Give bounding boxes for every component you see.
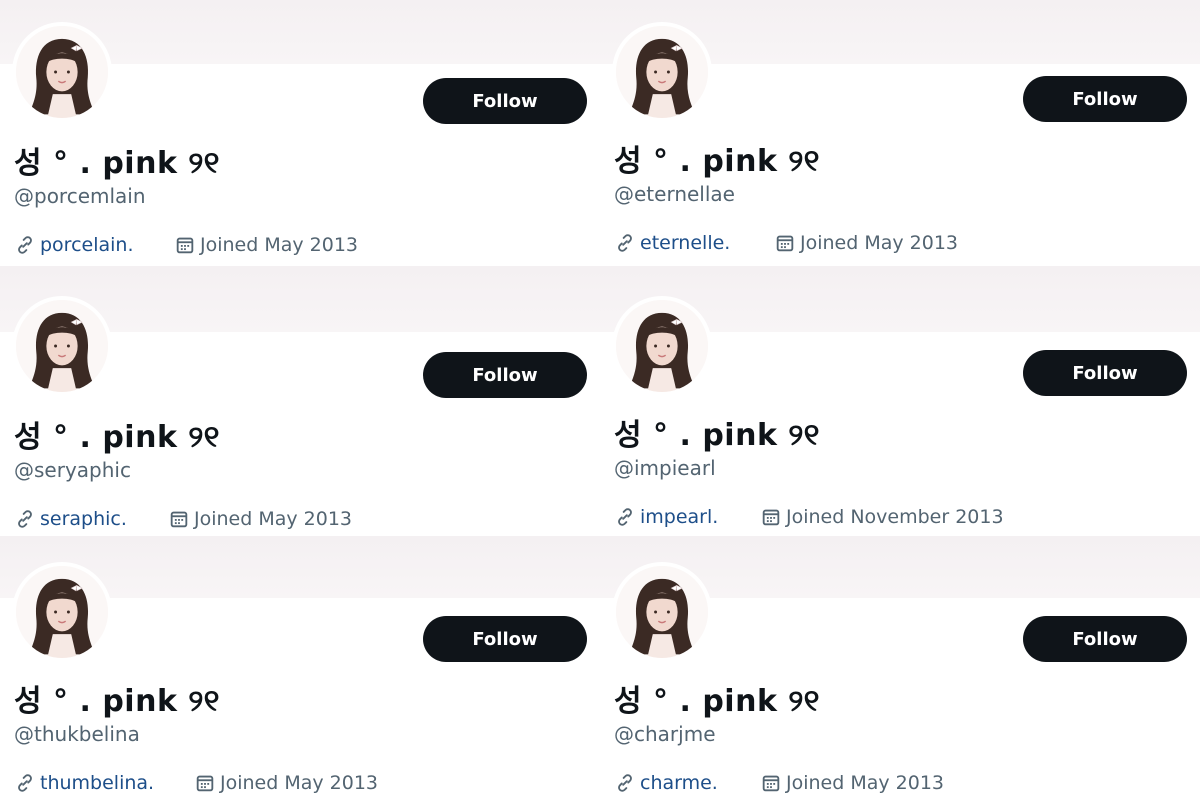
avatar[interactable]: [612, 296, 712, 396]
joined-text: Joined May 2013: [220, 772, 379, 794]
website-link[interactable]: thumbelina.: [14, 772, 194, 794]
link-icon: [614, 232, 636, 254]
website-link-text[interactable]: eternelle.: [640, 232, 730, 254]
joined-text: Joined May 2013: [194, 508, 353, 530]
profile-card: Follow 성 ° . pink ୨୧ @thukbelina thumbel…: [0, 536, 600, 800]
username-handle: @thukbelina: [14, 722, 140, 746]
joined-date: Joined May 2013: [174, 234, 358, 256]
username-handle: @porcemlain: [14, 184, 146, 208]
joined-date: Joined May 2013: [760, 772, 944, 794]
profile-meta: charme. Joined May 2013: [614, 772, 944, 794]
profile-card: Follow 성 ° . pink ୨୧ @seryaphic seraphic…: [0, 266, 600, 536]
username-handle: @charjme: [614, 722, 716, 746]
calendar-icon: [168, 508, 190, 530]
joined-date: Joined May 2013: [774, 232, 958, 254]
follow-button[interactable]: Follow: [1023, 350, 1187, 396]
website-link[interactable]: charme.: [614, 772, 760, 794]
link-icon: [614, 506, 636, 528]
link-icon: [14, 772, 36, 794]
profile-card: Follow 성 ° . pink ୨୧ @porcemlain porcela…: [0, 0, 600, 266]
username-handle: @impiearl: [614, 456, 716, 480]
website-link-text[interactable]: porcelain.: [40, 234, 134, 256]
link-icon: [14, 508, 36, 530]
joined-date: Joined May 2013: [194, 772, 378, 794]
profile-meta: eternelle. Joined May 2013: [614, 232, 958, 254]
avatar[interactable]: [12, 296, 112, 396]
display-name: 성 ° . pink ୨୧: [14, 684, 220, 719]
display-name: 성 ° . pink ୨୧: [14, 146, 220, 181]
joined-text: Joined May 2013: [800, 232, 959, 254]
profile-meta: seraphic. Joined May 2013: [14, 508, 352, 530]
display-name: 성 ° . pink ୨୧: [614, 684, 820, 719]
calendar-icon: [760, 772, 782, 794]
profile-meta: impearl. Joined November 2013: [614, 506, 1004, 528]
website-link[interactable]: eternelle.: [614, 232, 774, 254]
website-link[interactable]: porcelain.: [14, 234, 174, 256]
joined-text: Joined November 2013: [786, 506, 1004, 528]
joined-date: Joined May 2013: [168, 508, 352, 530]
profile-meta: porcelain. Joined May 2013: [14, 234, 358, 256]
avatar[interactable]: [12, 562, 112, 662]
website-link-text[interactable]: thumbelina.: [40, 772, 154, 794]
display-name: 성 ° . pink ୨୧: [614, 418, 820, 453]
link-icon: [614, 772, 636, 794]
website-link[interactable]: seraphic.: [14, 508, 168, 530]
website-link-text[interactable]: seraphic.: [40, 508, 127, 530]
follow-button[interactable]: Follow: [423, 616, 587, 662]
follow-button[interactable]: Follow: [423, 352, 587, 398]
avatar[interactable]: [12, 22, 112, 122]
follow-button[interactable]: Follow: [1023, 76, 1187, 122]
username-handle: @eternellae: [614, 182, 735, 206]
website-link-text[interactable]: charme.: [640, 772, 718, 794]
profile-card: Follow 성 ° . pink ୨୧ @impiearl impearl. …: [600, 266, 1200, 536]
calendar-icon: [174, 234, 196, 256]
joined-date: Joined November 2013: [760, 506, 1004, 528]
calendar-icon: [774, 232, 796, 254]
display-name: 성 ° . pink ୨୧: [14, 420, 220, 455]
joined-text: Joined May 2013: [200, 234, 359, 256]
calendar-icon: [194, 772, 216, 794]
website-link[interactable]: impearl.: [614, 506, 760, 528]
display-name: 성 ° . pink ୨୧: [614, 144, 820, 179]
calendar-icon: [760, 506, 782, 528]
follow-button[interactable]: Follow: [1023, 616, 1187, 662]
profile-card: Follow 성 ° . pink ୨୧ @eternellae eternel…: [600, 0, 1200, 266]
link-icon: [14, 234, 36, 256]
avatar[interactable]: [612, 22, 712, 122]
profile-card: Follow 성 ° . pink ୨୧ @charjme charme. Jo…: [600, 536, 1200, 800]
website-link-text[interactable]: impearl.: [640, 506, 718, 528]
joined-text: Joined May 2013: [786, 772, 945, 794]
username-handle: @seryaphic: [14, 458, 131, 482]
avatar[interactable]: [612, 562, 712, 662]
profile-meta: thumbelina. Joined May 2013: [14, 772, 378, 794]
follow-button[interactable]: Follow: [423, 78, 587, 124]
